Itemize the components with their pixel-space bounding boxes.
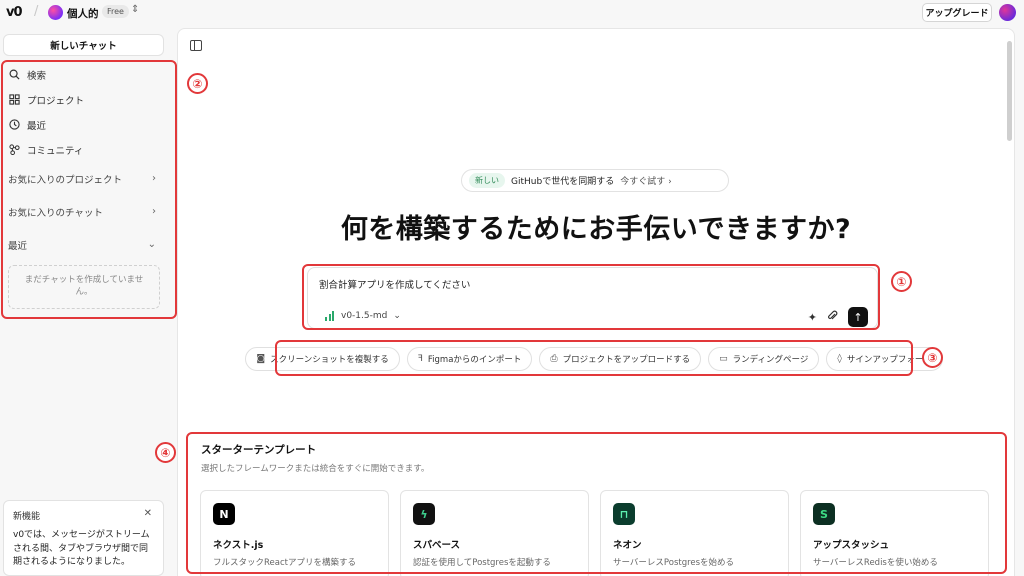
sidebar-toggle-icon[interactable] [190,40,202,51]
announcement-message: GitHubで世代を同期する [511,177,615,187]
annotation-number-2: ② [187,73,208,94]
workspace-name[interactable]: 個人的 [67,6,99,21]
announcement-banner[interactable]: 新しい GitHubで世代を同期する 今すぐ試す › [461,169,729,192]
user-avatar[interactable] [999,4,1016,21]
close-icon[interactable]: ✕ [144,508,152,519]
camera-icon: ◙ [256,354,266,364]
notice-body: v0では、メッセージがストリームされる間、タブやブラウザ間で同期されるようになり… [13,530,150,567]
annotation-number-4: ④ [155,442,176,463]
notice-title: 新機能 [13,512,41,522]
annotation-number-3: ③ [922,347,943,368]
plan-badge: Free [102,5,129,18]
v0-logo[interactable]: v0 [6,5,23,20]
workspace-switcher-icon[interactable]: ⇕ [131,4,139,15]
workspace-avatar[interactable] [48,5,63,20]
new-chat-button[interactable]: 新しいチャット [3,34,164,56]
whats-new-notice: 新機能 ✕ v0では、メッセージがストリームされる間、タブやブラウザ間で同期され… [3,500,164,576]
annotation-number-1: ① [891,271,912,292]
upgrade-button[interactable]: アップグレード [922,3,992,22]
annotation-box-templates [186,432,1007,574]
annotation-box-chips [275,340,913,376]
annotation-box-sidebar [1,60,177,319]
annotation-box-prompt [302,264,880,330]
announcement-link[interactable]: 今すぐ試す › [620,174,671,187]
breadcrumb-separator: / [34,4,39,19]
scrollbar[interactable] [1007,41,1012,141]
new-badge: 新しい [469,173,505,188]
top-bar: v0 / 個人的 Free ⇕ アップグレード [0,0,1024,26]
page-title: 何を構築するためにお手伝いできますか? [340,214,852,245]
